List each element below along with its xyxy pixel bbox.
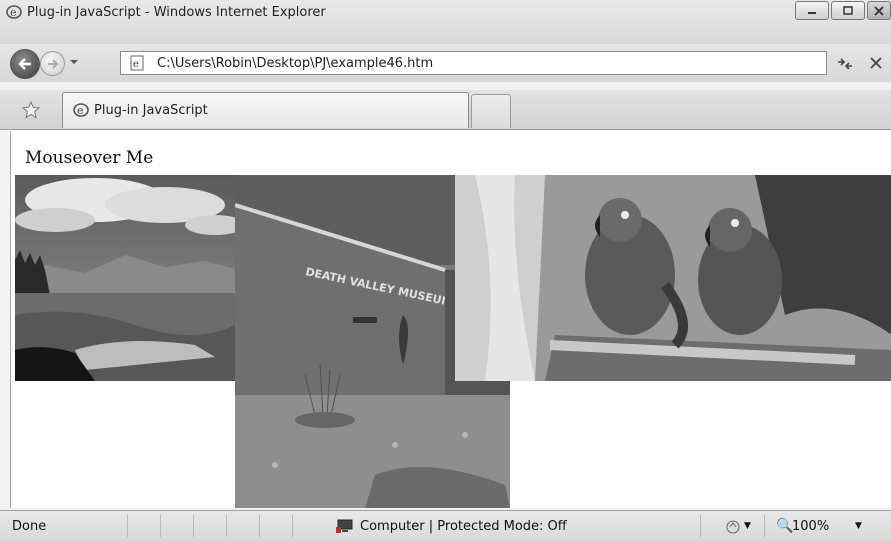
close-button[interactable]: [867, 1, 891, 20]
svg-text:e: e: [10, 6, 17, 19]
page-icon: e: [129, 55, 145, 71]
favorites-button[interactable]: [21, 100, 41, 119]
tab-bar: e Plug-in JavaScript: [0, 90, 891, 130]
title-row: e Plug-in JavaScript - Windows Internet …: [0, 0, 891, 24]
refresh-icon: [838, 58, 852, 70]
back-arrow-icon: [18, 58, 31, 70]
new-tab-button[interactable]: [471, 94, 511, 128]
computer-icon: [336, 519, 354, 534]
chevron-down-icon[interactable]: ▼: [744, 521, 751, 531]
stop-button[interactable]: [866, 53, 886, 73]
mountains-photo: [15, 175, 235, 381]
status-text: Done: [12, 519, 47, 534]
zoom-level[interactable]: 100%: [792, 519, 829, 534]
ie-page-icon: e: [73, 102, 89, 118]
birds-photo: [455, 175, 891, 381]
protected-mode-icon[interactable]: [724, 519, 742, 534]
security-zone[interactable]: Computer | Protected Mode: Off: [360, 519, 567, 534]
maximize-icon: [843, 5, 853, 15]
navigation-bar: e C:\Users\Robin\Desktop\PJ\example46.ht…: [0, 44, 891, 82]
status-divider: [193, 515, 194, 537]
stop-icon: [870, 57, 882, 69]
address-bar[interactable]: e C:\Users\Robin\Desktop\PJ\example46.ht…: [120, 51, 827, 75]
page-heading: Mouseover Me: [25, 148, 154, 168]
browser-window: e Plug-in JavaScript - Windows Internet …: [0, 0, 891, 541]
status-divider: [764, 515, 765, 537]
status-divider: [292, 515, 293, 537]
status-divider: [259, 515, 260, 537]
window-controls: [795, 1, 891, 21]
minimize-icon: [808, 11, 816, 14]
chevron-down-icon[interactable]: ▼: [855, 521, 862, 531]
refresh-button[interactable]: [834, 54, 856, 74]
forward-arrow-icon: [47, 58, 58, 69]
back-button[interactable]: [10, 49, 40, 79]
title-bar: e Plug-in JavaScript - Windows Internet …: [0, 0, 891, 44]
recent-pages-dropdown[interactable]: [68, 55, 80, 69]
ie-logo-icon: e: [6, 4, 22, 20]
tab-label: Plug-in JavaScript: [94, 103, 208, 118]
minimize-button[interactable]: [795, 1, 829, 20]
forward-button[interactable]: [40, 51, 65, 76]
status-bar: Done Computer | Protected Mode: Off ▼ 🔍 …: [0, 510, 891, 541]
svg-text:e: e: [77, 104, 84, 117]
status-divider: [226, 515, 227, 537]
tab-plugin-javascript[interactable]: e Plug-in JavaScript: [62, 92, 469, 128]
star-icon: [21, 100, 41, 119]
address-text: C:\Users\Robin\Desktop\PJ\example46.htm: [157, 56, 434, 71]
chevron-down-icon: [70, 60, 78, 64]
landscape-image[interactable]: [15, 175, 235, 381]
window-title: Plug-in JavaScript - Windows Internet Ex…: [27, 5, 326, 20]
svg-text:e: e: [133, 59, 139, 70]
close-icon: [874, 5, 884, 16]
parrots-image[interactable]: [455, 175, 891, 381]
status-divider: [127, 515, 128, 537]
page-content: Mouseover Me DEATH VALLEY MUSEUM: [10, 131, 891, 508]
status-divider: [700, 515, 701, 537]
maximize-button[interactable]: [831, 1, 865, 20]
zoom-icon[interactable]: 🔍: [776, 518, 793, 534]
status-divider: [160, 515, 161, 537]
